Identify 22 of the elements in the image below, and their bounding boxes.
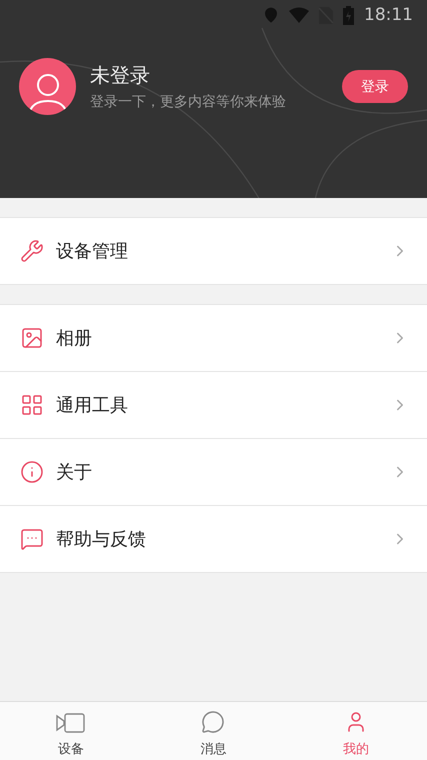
menu-item[interactable]: 关于 (56, 460, 379, 484)
menu-item[interactable]: 设备管理 (56, 239, 379, 263)
nav-tab[interactable]: 我的 (342, 740, 369, 758)
battery-charging-icon (343, 6, 354, 24)
clock-time: 18:11 (364, 5, 413, 25)
nav-tab[interactable]: 设备 (58, 740, 84, 758)
user-name: 未登录 (90, 62, 151, 89)
login-button[interactable]: 登录 (342, 70, 408, 103)
login-prompt: 登录一下，更多内容等你来体验 (90, 93, 287, 111)
nav-tab[interactable]: 消息 (200, 740, 226, 758)
info-icon (20, 460, 44, 484)
grid-icon (20, 393, 44, 417)
menu-item[interactable]: 相册 (56, 326, 379, 350)
wrench-icon (20, 239, 44, 263)
location-icon (263, 7, 279, 23)
chat-icon (20, 527, 44, 551)
message-icon (201, 710, 226, 734)
image-icon (20, 326, 44, 350)
menu-item[interactable]: 通用工具 (56, 393, 379, 417)
wifi-icon (289, 7, 309, 23)
menu-item[interactable]: 帮助与反馈 (56, 527, 379, 551)
camera-icon (56, 712, 86, 734)
